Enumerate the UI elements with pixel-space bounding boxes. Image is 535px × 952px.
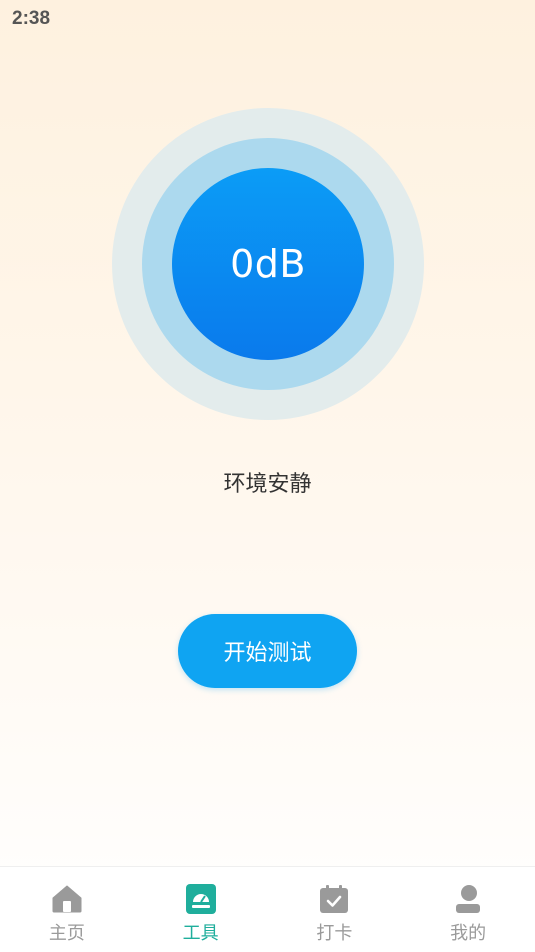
tab-checkin-label: 打卡 [316,923,353,944]
tab-checkin[interactable]: 打卡 [268,867,402,952]
tab-tools[interactable]: 工具 [134,867,268,952]
start-test-button[interactable]: 开始测试 [178,614,357,688]
gauge-icon [185,883,217,915]
tab-profile-label: 我的 [450,923,487,944]
calendar-check-icon [318,883,350,915]
meter-core: 0dB [172,168,364,360]
status-bar: 2:38 [0,0,535,40]
tab-home[interactable]: 主页 [0,867,134,952]
environment-status: 环境安静 [223,472,312,497]
decibel-meter: 0dB [112,108,424,420]
tab-home-label: 主页 [48,923,85,944]
status-time: 2:38 [12,8,51,29]
tab-tools-label: 工具 [182,923,219,944]
user-icon [452,883,484,915]
decibel-value: 0dB [230,242,306,286]
tab-profile[interactable]: 我的 [401,867,535,952]
home-icon [51,883,83,915]
bottom-tab-bar: 主页 工具 打卡 我的 [0,866,535,952]
